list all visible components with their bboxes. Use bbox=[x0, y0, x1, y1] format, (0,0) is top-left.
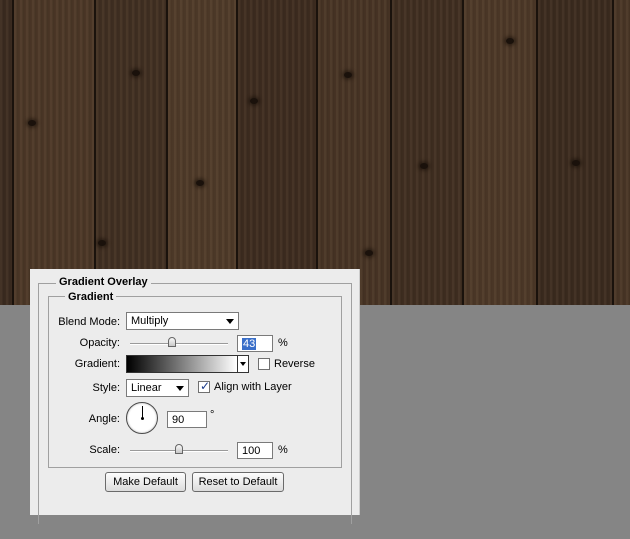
wood-knot bbox=[572, 160, 580, 166]
chevron-down-icon bbox=[240, 362, 246, 366]
blend-mode-select[interactable]: Multiply bbox=[126, 312, 239, 330]
make-default-button[interactable]: Make Default bbox=[105, 472, 186, 492]
chevron-down-icon bbox=[176, 386, 184, 391]
align-with-layer-checkbox[interactable] bbox=[198, 379, 210, 393]
wood-knot bbox=[506, 38, 514, 44]
wood-texture-background bbox=[0, 0, 630, 305]
wood-plank bbox=[14, 0, 96, 305]
wood-plank bbox=[318, 0, 392, 305]
wood-plank bbox=[96, 0, 168, 305]
angle-input[interactable]: 90 bbox=[167, 411, 207, 428]
style-select[interactable]: Linear bbox=[126, 379, 189, 397]
gradient-overlay-panel: Gradient Overlay Gradient Blend Mode: Mu… bbox=[30, 269, 360, 524]
wood-plank bbox=[238, 0, 318, 305]
opacity-slider-thumb[interactable] bbox=[168, 337, 177, 347]
wood-plank bbox=[0, 0, 14, 305]
style-label: Style: bbox=[92, 382, 120, 394]
opacity-slider[interactable] bbox=[130, 343, 228, 345]
scale-label: Scale: bbox=[89, 444, 120, 456]
scale-slider-thumb[interactable] bbox=[175, 444, 183, 454]
gradient-preview[interactable] bbox=[126, 355, 238, 373]
wood-knot bbox=[196, 180, 204, 186]
wood-knot bbox=[420, 163, 428, 169]
scale-unit: % bbox=[278, 444, 288, 456]
wood-knot bbox=[98, 240, 106, 246]
wood-knot bbox=[344, 72, 352, 78]
panel-title: Gradient Overlay bbox=[56, 276, 151, 288]
scale-input[interactable]: 100 bbox=[237, 442, 273, 459]
opacity-label: Opacity: bbox=[79, 337, 120, 349]
wood-plank bbox=[464, 0, 538, 305]
wood-plank bbox=[614, 0, 630, 305]
section-title: Gradient bbox=[65, 291, 117, 303]
gradient-label: Gradient: bbox=[74, 358, 120, 370]
angle-unit: ° bbox=[210, 409, 215, 421]
wood-plank bbox=[392, 0, 464, 305]
angle-label: Angle: bbox=[88, 413, 120, 425]
reset-to-default-button[interactable]: Reset to Default bbox=[192, 472, 284, 492]
reverse-checkbox[interactable] bbox=[258, 358, 270, 370]
style-value: Linear bbox=[131, 382, 162, 394]
gradient-picker-button[interactable] bbox=[237, 355, 249, 373]
angle-dial[interactable] bbox=[126, 402, 158, 434]
opacity-input[interactable]: 43 bbox=[237, 335, 273, 352]
blend-mode-label: Blend Mode: bbox=[58, 316, 120, 328]
angle-center bbox=[141, 417, 144, 420]
wood-knot bbox=[28, 120, 36, 126]
opacity-unit: % bbox=[278, 337, 288, 349]
wood-knot bbox=[250, 98, 258, 104]
wood-plank bbox=[168, 0, 238, 305]
wood-knot bbox=[365, 250, 373, 256]
align-with-layer-label: Align with Layer bbox=[214, 381, 292, 393]
blend-mode-value: Multiply bbox=[131, 315, 169, 327]
wood-knot bbox=[132, 70, 140, 76]
reverse-label: Reverse bbox=[274, 358, 315, 370]
chevron-down-icon bbox=[226, 319, 234, 324]
wood-plank bbox=[538, 0, 614, 305]
